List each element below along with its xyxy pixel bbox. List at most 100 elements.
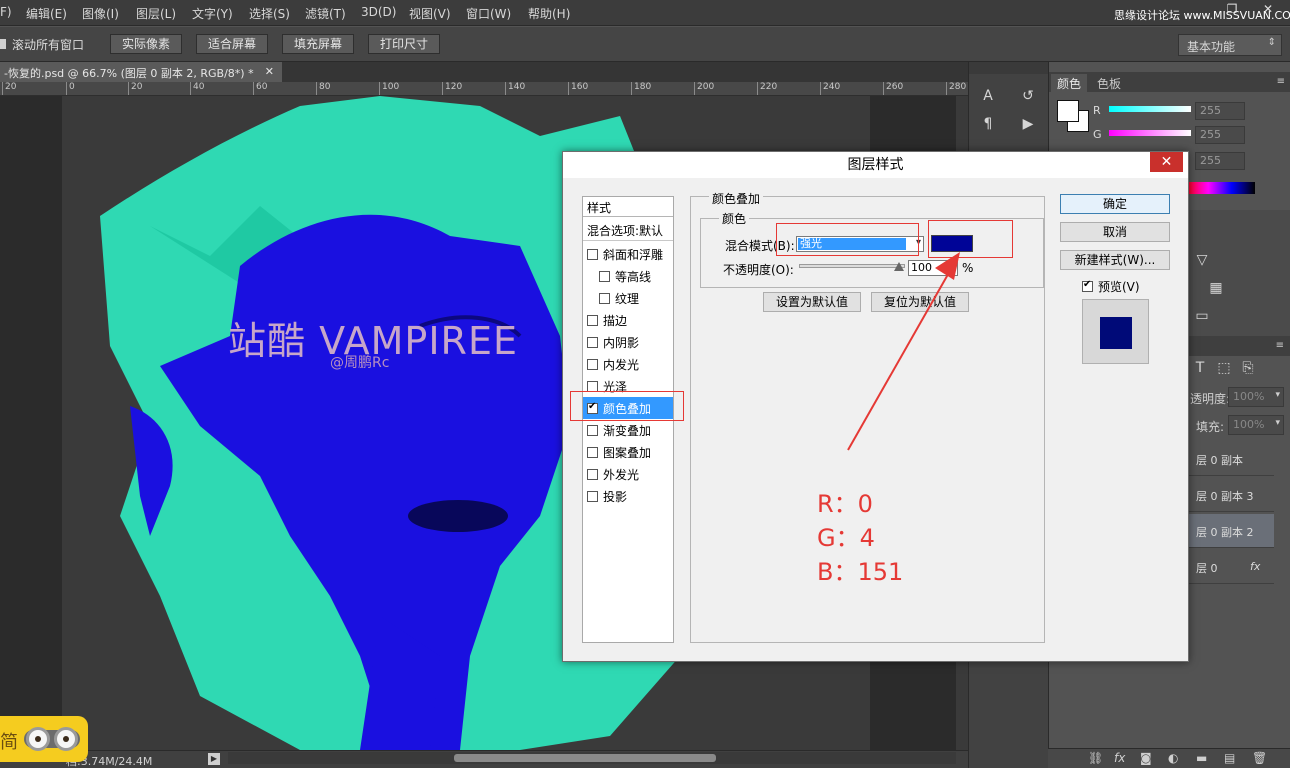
new-style-button[interactable]: 新建样式(W)...: [1060, 250, 1170, 270]
checkbox[interactable]: [587, 469, 598, 480]
style-item-pattern-overlay[interactable]: 图案叠加: [583, 441, 673, 463]
document-tab[interactable]: -恢复的.psd @ 66.7% (图层 0 副本 2, RGB/8*) * ✕: [0, 62, 282, 82]
layer-row[interactable]: 层 0 fx: [1188, 550, 1274, 584]
menu-filter[interactable]: 滤镜(T): [305, 5, 346, 22]
color-spectrum[interactable]: [1185, 182, 1255, 194]
layer-row[interactable]: 层 0 副本 3: [1188, 478, 1274, 512]
preview-checkbox[interactable]: 预览(V): [1082, 278, 1140, 295]
layer-row[interactable]: 层 0 副本: [1188, 442, 1274, 476]
opacity-slider-thumb[interactable]: [894, 262, 904, 271]
layer-row-selected[interactable]: 层 0 副本 2: [1188, 514, 1274, 548]
horizontal-scrollbar[interactable]: [228, 752, 956, 764]
checkbox[interactable]: [587, 337, 598, 348]
color-panel-tabs: 颜色 色板 ≡: [1049, 72, 1290, 92]
reset-default-button[interactable]: 复位为默认值: [871, 292, 969, 312]
fx-badge[interactable]: fx: [1250, 560, 1260, 573]
status-menu-arrow-icon[interactable]: ▶: [208, 753, 220, 765]
ruler-tick: 20: [2, 82, 16, 95]
shape-filter-icon[interactable]: ⬚: [1213, 358, 1235, 378]
style-item-inner-glow[interactable]: 内发光: [583, 353, 673, 375]
style-item-drop-shadow[interactable]: 投影: [583, 485, 673, 507]
checkbox-checked[interactable]: [1082, 279, 1093, 292]
fit-screen-button[interactable]: 适合屏幕: [196, 34, 268, 54]
scroll-all-checkbox[interactable]: [0, 39, 6, 49]
checkbox[interactable]: [587, 447, 598, 458]
style-preview: [1082, 299, 1149, 364]
checkbox[interactable]: [587, 315, 598, 326]
foreground-color-swatch[interactable]: [1057, 100, 1079, 122]
opacity-slider[interactable]: [799, 264, 905, 268]
channel-g-value[interactable]: 255: [1195, 126, 1245, 144]
checkbox[interactable]: [599, 293, 610, 304]
new-layer-icon[interactable]: ▤: [1224, 751, 1235, 765]
mask-icon[interactable]: ◙: [1140, 751, 1152, 765]
ok-button[interactable]: 确定: [1060, 194, 1170, 214]
restore-icon[interactable]: ❐: [1222, 2, 1242, 18]
square-icon[interactable]: ▭: [1191, 306, 1213, 326]
menu-type[interactable]: 文字(Y): [192, 5, 233, 22]
dock-header: [969, 62, 1049, 74]
style-item-gradient-overlay[interactable]: 渐变叠加: [583, 419, 673, 441]
layers-panel-menu-icon[interactable]: ≡: [1276, 340, 1284, 351]
menu-select[interactable]: 选择(S): [249, 5, 290, 22]
menu-layer[interactable]: 图层(L): [136, 5, 176, 22]
tab-swatches[interactable]: 色板: [1091, 74, 1127, 92]
panel-menu-icon[interactable]: ≡: [1277, 76, 1285, 87]
style-item-stroke[interactable]: 描边: [583, 309, 673, 331]
cancel-button[interactable]: 取消: [1060, 222, 1170, 242]
text-filter-icon[interactable]: T: [1189, 358, 1211, 378]
styles-header[interactable]: 样式: [583, 197, 673, 217]
channel-r-value[interactable]: 255: [1195, 102, 1245, 120]
style-item-bevel[interactable]: 斜面和浮雕: [583, 243, 673, 265]
channel-g-slider[interactable]: [1109, 130, 1191, 136]
percent-label: %: [962, 261, 974, 275]
grid-icon[interactable]: ▦: [1205, 278, 1227, 298]
checkbox[interactable]: [587, 425, 598, 436]
menu-view[interactable]: 视图(V): [409, 5, 451, 22]
layer-opacity-field[interactable]: 100% ▾: [1228, 387, 1284, 407]
adjustment-icon[interactable]: ◐: [1168, 751, 1178, 765]
tab-color[interactable]: 颜色: [1051, 74, 1088, 92]
paragraph-icon[interactable]: ¶: [977, 114, 999, 134]
play-action-icon[interactable]: ▶: [1017, 114, 1039, 134]
checkbox[interactable]: [599, 271, 610, 282]
layer-name: 层 0 副本: [1196, 454, 1243, 467]
channel-r-slider[interactable]: [1109, 106, 1191, 112]
opacity-input[interactable]: 100: [908, 260, 958, 276]
make-default-button[interactable]: 设置为默认值: [763, 292, 861, 312]
highlight-blend-mode: [776, 223, 919, 256]
history-icon[interactable]: ↺: [1017, 86, 1039, 106]
checkbox[interactable]: [587, 491, 598, 502]
triangle-icon[interactable]: ▽: [1191, 250, 1213, 270]
ruler-tick: 100: [379, 82, 399, 95]
style-item-inner-shadow[interactable]: 内阴影: [583, 331, 673, 353]
style-item-contour[interactable]: 等高线: [583, 265, 673, 287]
menu-3d[interactable]: 3D(D): [361, 5, 396, 19]
fill-screen-button[interactable]: 填充屏幕: [282, 34, 354, 54]
close-window-icon[interactable]: ✕: [1258, 2, 1278, 18]
menu-window[interactable]: 窗口(W): [466, 5, 511, 22]
print-size-button[interactable]: 打印尺寸: [368, 34, 440, 54]
menu-edit[interactable]: 编辑(E): [26, 5, 67, 22]
blend-options-item[interactable]: 混合选项:默认: [583, 219, 673, 241]
style-item-outer-glow[interactable]: 外发光: [583, 463, 673, 485]
close-tab-icon[interactable]: ✕: [265, 65, 274, 78]
workspace-select[interactable]: 基本功能 ⇕: [1178, 34, 1282, 56]
checkbox[interactable]: [587, 249, 598, 260]
dialog-close-button[interactable]: ✕: [1150, 152, 1183, 172]
layer-fill-field[interactable]: 100% ▾: [1228, 415, 1284, 435]
fx-icon[interactable]: fx: [1114, 751, 1125, 765]
menu-file[interactable]: F): [0, 5, 12, 19]
actual-pixels-button[interactable]: 实际像素: [110, 34, 182, 54]
folder-icon[interactable]: ▬: [1196, 751, 1207, 765]
style-item-texture[interactable]: 纹理: [583, 287, 673, 309]
link-icon[interactable]: ⛓: [1088, 751, 1103, 765]
menu-help[interactable]: 帮助(H): [528, 5, 570, 22]
checkbox[interactable]: [587, 359, 598, 370]
trash-icon[interactable]: 🗑: [1252, 751, 1267, 765]
menu-image[interactable]: 图像(I): [82, 5, 119, 22]
scrollbar-thumb[interactable]: [454, 754, 716, 762]
smart-object-filter-icon[interactable]: ⎘: [1237, 358, 1259, 378]
channel-b-value[interactable]: 255: [1195, 152, 1245, 170]
character-icon[interactable]: A: [977, 86, 999, 106]
